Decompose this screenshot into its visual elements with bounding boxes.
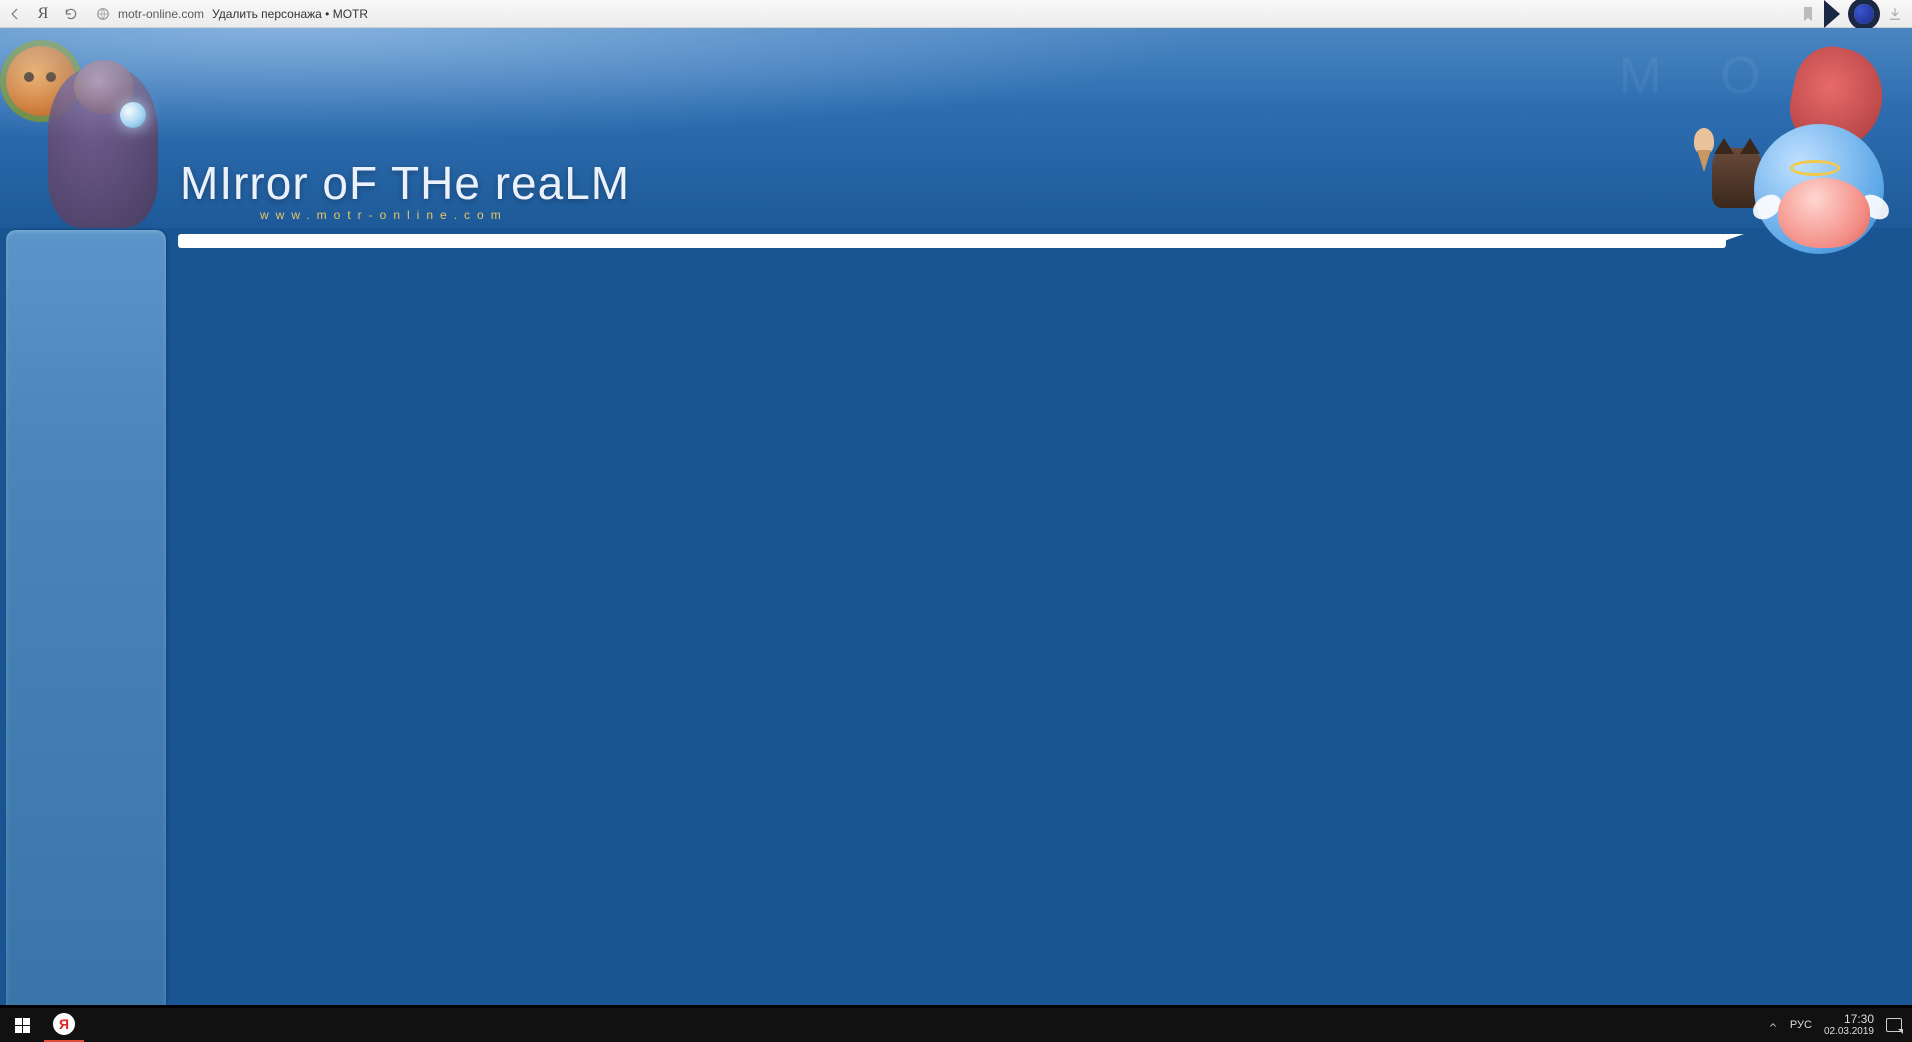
back-button[interactable]	[6, 5, 24, 23]
pink-blob-icon	[1778, 178, 1870, 248]
yandex-home-button[interactable]: Я	[34, 5, 52, 23]
taskbar-app-yandex[interactable]: Я	[44, 1008, 84, 1042]
page-viewport: M O T MIrror oF THe reaLM www.motr-onlin…	[0, 28, 1912, 1005]
windows-icon	[15, 1018, 30, 1033]
extensions-icon[interactable]	[1854, 4, 1874, 24]
tray-overflow-button[interactable]	[1768, 1020, 1778, 1030]
tray-date: 02.03.2019	[1824, 1026, 1874, 1037]
magic-orb-icon	[120, 102, 146, 128]
character-girl	[48, 68, 158, 228]
toolbar-wedge	[1824, 0, 1840, 28]
action-center-icon[interactable]	[1886, 1018, 1902, 1032]
address-bar[interactable]: motr-online.com Удалить персонажа • MOTR	[90, 7, 1792, 21]
yandex-browser-icon: Я	[53, 1013, 75, 1035]
content-top-strip	[178, 234, 1726, 248]
left-sidebar	[6, 230, 166, 1005]
site-info-icon[interactable]	[96, 7, 110, 21]
browser-toolbar: Я motr-online.com Удалить персонажа • MO…	[0, 0, 1912, 28]
tray-time: 17:30	[1824, 1013, 1874, 1026]
tray-clock[interactable]: 17:30 02.03.2019	[1824, 1013, 1874, 1037]
start-button[interactable]	[0, 1008, 44, 1042]
downloads-icon[interactable]	[1888, 7, 1902, 21]
reload-button[interactable]	[62, 5, 80, 23]
page-body-bg	[0, 228, 1912, 1005]
tray-language[interactable]: РУС	[1790, 1019, 1812, 1031]
halo-icon	[1790, 160, 1840, 176]
bookmark-icon[interactable]	[1802, 6, 1814, 22]
site-header: M O T MIrror oF THe reaLM www.motr-onlin…	[0, 28, 1912, 228]
header-art-left	[0, 28, 170, 238]
system-tray: РУС 17:30 02.03.2019	[1768, 1008, 1912, 1042]
icecream-icon	[1694, 128, 1714, 154]
logo-title: MIrror oF THe reaLM	[180, 156, 630, 210]
address-domain: motr-online.com	[118, 7, 204, 21]
windows-taskbar: Я РУС 17:30 02.03.2019	[0, 1008, 1912, 1042]
site-logo[interactable]: MIrror oF THe reaLM www.motr-online.com	[180, 156, 630, 222]
logo-subtitle: www.motr-online.com	[260, 208, 630, 222]
header-art-right	[1652, 28, 1912, 258]
address-title: Удалить персонажа • MOTR	[212, 7, 368, 21]
